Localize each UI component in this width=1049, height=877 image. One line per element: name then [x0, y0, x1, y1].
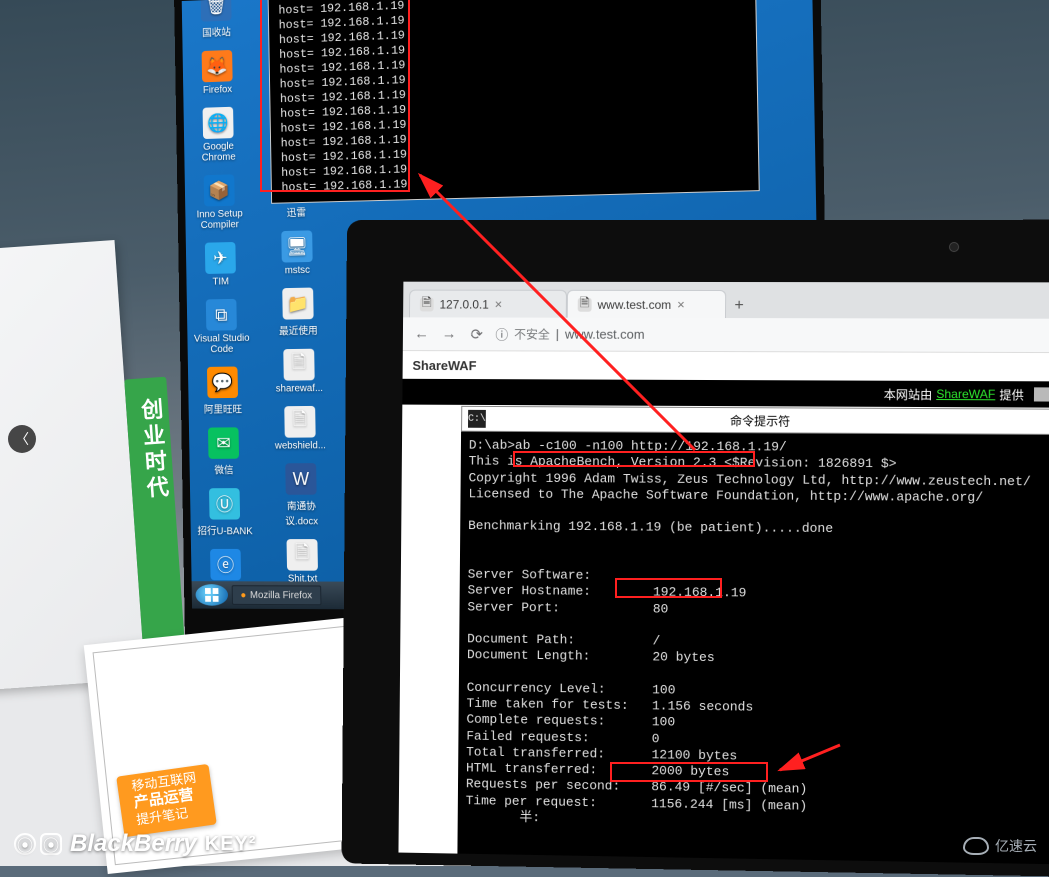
rear-terminal: host= 192.168.1.19host= 192.168.1.19host…	[268, 0, 760, 204]
cmd-window: C:\ 命令提示符 D:\ab>ab -c100 -n100 http://19…	[457, 406, 1049, 865]
app-icon: 🗎	[283, 349, 314, 381]
desktop-icon-label: 阿里旺旺	[204, 401, 242, 416]
cmd-title-text: 命令提示符	[730, 412, 790, 429]
app-icon: 💬	[207, 367, 238, 399]
browser-tab-strip: 🗎 127.0.0.1 × 🗎 www.test.com × +	[403, 282, 1049, 319]
app-icon: ⓔ	[210, 549, 241, 580]
app-icon: 🗑	[201, 0, 232, 22]
tab-test[interactable]: 🗎 www.test.com ×	[567, 290, 726, 318]
desktop-icon-label: 迅雷	[287, 204, 307, 219]
forward-icon[interactable]: →	[440, 325, 458, 343]
url-text: www.test.com	[565, 327, 645, 342]
desktop-icon-label: sharewaf...	[276, 383, 323, 394]
cmd-output: D:\ab>ab -c100 -n100 http://192.168.1.19…	[457, 432, 1049, 865]
desktop-icon[interactable]: W南通协议.docx	[272, 463, 331, 527]
app-icon: ✈	[205, 242, 236, 274]
page-icon: 🗎	[578, 297, 592, 311]
reload-icon[interactable]: ⟳	[468, 325, 486, 343]
info-icon: ⓘ	[495, 325, 508, 344]
app-icon: ⧉	[206, 299, 237, 331]
desktop-icon-label: webshield...	[275, 440, 326, 451]
page-icon: 🗎	[420, 297, 434, 311]
desktop-icon-label: 国收站	[202, 23, 231, 39]
app-icon: 🗎	[287, 539, 318, 571]
app-icon: ✉	[208, 427, 239, 459]
banner-prefix: 本网站由	[884, 385, 933, 402]
prev-image-button[interactable]: 〈	[8, 425, 36, 453]
desktop-icon[interactable]: 🗑国收站	[187, 0, 245, 40]
app-icon: W	[285, 463, 316, 495]
desktop-icon-label: Inno Setup Compiler	[191, 208, 249, 231]
close-icon[interactable]: ×	[677, 297, 685, 312]
desktop-icon-label: TIM	[212, 276, 229, 287]
banner-suffix: 提供	[999, 386, 1024, 403]
desktop-icon[interactable]: 🗎 webshield...	[271, 406, 330, 452]
desktop-icon-label: 南通协议.docx	[272, 498, 330, 528]
desktop-icon[interactable]: 📁 最近使用	[269, 287, 328, 337]
start-button[interactable]	[195, 584, 228, 606]
windows-icon	[204, 587, 220, 603]
webcam-icon	[949, 242, 959, 252]
desktop-icon[interactable]: 💬 阿里旺旺	[194, 366, 252, 416]
new-tab-button[interactable]: +	[726, 294, 752, 318]
tab-localhost[interactable]: 🗎 127.0.0.1 ×	[409, 290, 567, 318]
app-icon: 🦊	[202, 50, 233, 82]
app-icon: 🖥	[281, 230, 312, 262]
desktop-icon[interactable]: 🖥 mstsc	[268, 230, 327, 277]
book-tag: 移动互联网 产品运营 提升笔记	[116, 764, 217, 838]
desktop-icon-label: Visual Studio Code	[193, 333, 251, 355]
taskbar-item[interactable]: ● Mozilla Firefox	[232, 585, 321, 605]
desktop-icon[interactable]: ✉ 微信	[195, 427, 253, 476]
desktop-icon-label: Google Chrome	[190, 141, 248, 164]
desktop-icon[interactable]: Ⓤ 招行U-BANK	[196, 488, 254, 537]
app-icon: Ⓤ	[209, 488, 240, 519]
desktop-icon-label: 微信	[214, 462, 233, 477]
desktop-icon[interactable]: 🗎Shit.txt	[273, 539, 332, 584]
app-icon: 📦	[204, 174, 235, 206]
tab-label: www.test.com	[598, 297, 672, 311]
close-icon[interactable]: ×	[495, 297, 503, 312]
laptop: 🗎 127.0.0.1 × 🗎 www.test.com × + ← → ⟳ ⓘ…	[342, 220, 1049, 877]
desktop-icon-label: 招行U-BANK	[197, 522, 252, 537]
cmd-title-bar[interactable]: C:\ 命令提示符	[461, 406, 1049, 435]
desktop-icon[interactable]: ✈ TIM	[192, 242, 250, 288]
app-icon: 🌐	[203, 107, 234, 139]
app-icon: 📁	[282, 288, 313, 320]
cloud-icon	[963, 837, 989, 855]
desktop-icon-label: 最近使用	[279, 322, 318, 337]
page-banner: 本网站由 ShareWAF 提供	[402, 379, 1049, 408]
url-field[interactable]: ⓘ 不安全 | www.test.com	[495, 325, 1049, 345]
app-icon: 🗎	[284, 406, 315, 438]
watermark-blackberry: ⦿⦿ BlackBerry KEY²	[14, 830, 257, 858]
banner-link[interactable]: ShareWAF	[936, 387, 995, 401]
desktop-icon-label: mstsc	[285, 265, 310, 276]
desktop-icon[interactable]: 📦Inno Setup Compiler	[190, 174, 248, 231]
watermark-yisu: 亿速云	[963, 836, 1037, 856]
tab-label: 127.0.0.1	[439, 297, 488, 311]
desktop-icon[interactable]: 🗎 sharewaf...	[270, 348, 329, 394]
page-title: ShareWAF	[403, 351, 1049, 381]
desktop-icon[interactable]: ⧉Visual Studio Code	[193, 299, 251, 356]
back-icon[interactable]: ←	[413, 325, 431, 343]
laptop-screen: 🗎 127.0.0.1 × 🗎 www.test.com × + ← → ⟳ ⓘ…	[398, 282, 1049, 865]
taskbar-item-label: Mozilla Firefox	[250, 590, 312, 601]
book-spine-text: 创业时代	[134, 397, 173, 503]
desktop-icon[interactable]: 🌐Google Chrome	[189, 106, 247, 164]
desktop-icon[interactable]: 🦊 Firefox	[188, 49, 246, 96]
cmd-icon: C:\	[468, 410, 486, 428]
address-bar: ← → ⟳ ⓘ 不安全 | www.test.com	[403, 317, 1049, 353]
insecure-label: 不安全	[514, 326, 550, 343]
window-icon	[1034, 387, 1049, 401]
desktop-icon-label: Firefox	[203, 84, 232, 96]
